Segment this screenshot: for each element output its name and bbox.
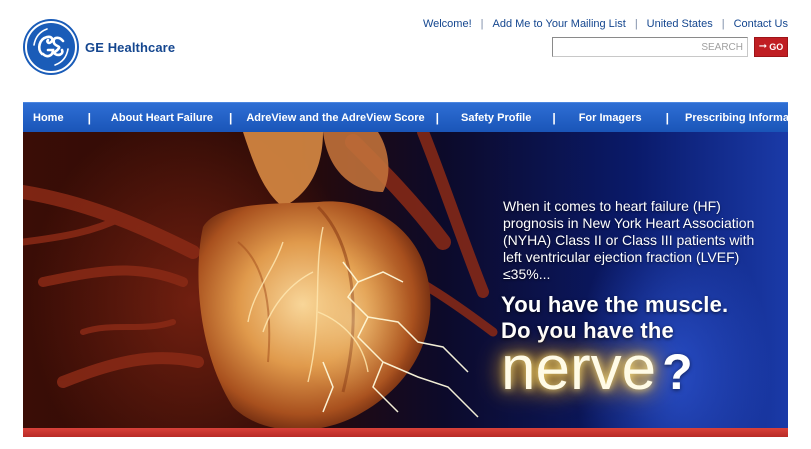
hero-accent-bar bbox=[23, 428, 788, 437]
nav-for-imagers[interactable]: For Imagers bbox=[579, 112, 642, 124]
country-link[interactable]: United States bbox=[647, 18, 713, 30]
mailing-list-link[interactable]: Add Me to Your Mailing List bbox=[493, 18, 626, 30]
nav-safety-profile[interactable]: Safety Profile bbox=[461, 112, 531, 124]
search-bar: ➞ GO bbox=[552, 37, 788, 57]
nav-divider: | bbox=[435, 110, 440, 125]
hero-highlight: nerve? bbox=[501, 338, 693, 400]
nav-prescribing-information[interactable]: Prescribing Information bbox=[685, 112, 809, 124]
utility-links: Welcome! | Add Me to Your Mailing List |… bbox=[423, 18, 788, 30]
go-button[interactable]: ➞ GO bbox=[754, 37, 788, 57]
arrow-right-icon: ➞ bbox=[758, 41, 768, 52]
link-divider: | bbox=[634, 18, 638, 30]
hero-question-mark: ? bbox=[662, 344, 693, 400]
ge-monogram-icon bbox=[25, 21, 77, 73]
link-divider: | bbox=[480, 18, 484, 30]
hero-tagline-muscle: You have the muscle. bbox=[501, 292, 729, 317]
nav-home[interactable]: Home bbox=[33, 112, 64, 124]
search-input[interactable] bbox=[552, 37, 748, 57]
nav-divider: | bbox=[665, 110, 670, 125]
nav-adreview-score[interactable]: AdreView and the AdreView Score bbox=[246, 112, 424, 124]
hero-intro-text: When it comes to heart failure (HF) prog… bbox=[503, 198, 755, 282]
hero-banner[interactable]: When it comes to heart failure (HF) prog… bbox=[23, 132, 788, 437]
brand-name: GE Healthcare bbox=[85, 39, 176, 55]
nav-divider: | bbox=[552, 110, 556, 125]
welcome-link[interactable]: Welcome! bbox=[423, 18, 472, 30]
nav-divider: | bbox=[87, 110, 91, 125]
nav-divider: | bbox=[229, 110, 233, 125]
contact-us-link[interactable]: Contact Us bbox=[734, 18, 788, 30]
main-nav: Home | About Heart Failure | AdreView an… bbox=[23, 102, 809, 132]
nav-about-heart-failure[interactable]: About Heart Failure bbox=[111, 112, 213, 124]
logo-link[interactable]: GE Healthcare bbox=[25, 21, 175, 73]
hero-nerve-word: nerve bbox=[501, 334, 657, 403]
go-label: GO bbox=[769, 42, 784, 52]
link-divider: | bbox=[721, 18, 725, 30]
